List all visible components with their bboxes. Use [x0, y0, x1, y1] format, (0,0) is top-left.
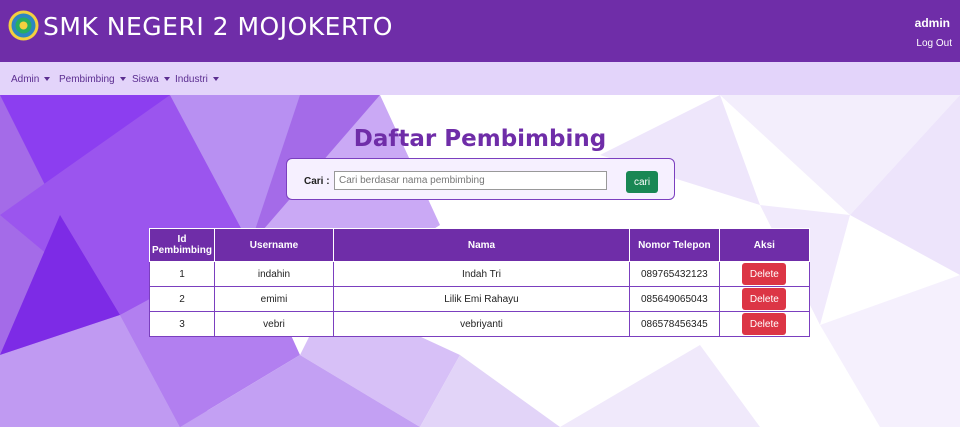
cell-username: vebri [214, 311, 334, 337]
logout-link[interactable]: Log Out [916, 38, 952, 49]
table-header-row: Id Pembimbing Username Nama Nomor Telepo… [149, 228, 811, 262]
nav-admin-dropdown[interactable]: Admin [11, 74, 51, 85]
school-logo-icon [8, 10, 39, 41]
cell-nama: Lilik Emi Rahayu [332, 286, 631, 312]
cell-aksi: Delete [718, 311, 811, 337]
delete-button[interactable]: Delete [742, 288, 787, 310]
cell-aksi: Delete [718, 261, 811, 287]
search-input[interactable] [334, 171, 607, 190]
nav-industri-label: Industri [175, 74, 208, 85]
column-header-aksi: Aksi [718, 228, 811, 262]
top-bar: SMK NEGERI 2 MOJOKERTO admin Log Out [0, 0, 960, 62]
cell-nama: Indah Tri [332, 261, 631, 287]
cell-nama: vebriyanti [332, 311, 631, 337]
cell-telepon: 085649065043 [629, 286, 720, 312]
delete-button[interactable]: Delete [742, 263, 787, 285]
cell-id: 1 [149, 261, 215, 287]
cell-username: emimi [214, 286, 334, 312]
search-form: Cari : cari [286, 158, 675, 200]
cell-aksi: Delete [718, 286, 811, 312]
table-row: 1 indahin Indah Tri 089765432123 Delete [149, 261, 811, 287]
column-header-telepon: Nomor Telepon [629, 228, 720, 262]
cell-id: 3 [149, 311, 215, 337]
table-row: 2 emimi Lilik Emi Rahayu 085649065043 De… [149, 286, 811, 312]
table-row: 3 vebri vebriyanti 086578456345 Delete [149, 311, 811, 337]
column-header-username: Username [214, 228, 334, 262]
page-title: Daftar Pembimbing [353, 126, 607, 152]
nav-siswa-label: Siswa [132, 74, 159, 85]
nav-siswa-dropdown[interactable]: Siswa [132, 74, 170, 85]
column-header-nama: Nama [332, 228, 631, 262]
cell-id: 2 [149, 286, 215, 312]
caret-down-icon [44, 77, 51, 82]
column-header-id: Id Pembimbing [149, 228, 215, 262]
caret-down-icon [212, 77, 219, 82]
delete-button[interactable]: Delete [742, 313, 787, 335]
cell-username: indahin [214, 261, 334, 287]
cell-telepon: 086578456345 [629, 311, 720, 337]
nav-admin-label: Admin [11, 74, 40, 85]
navbar: Admin Pembimbing Siswa Industri [0, 62, 960, 95]
nav-pembimbing-label: Pembimbing [59, 74, 115, 85]
user-name: admin [914, 16, 950, 30]
nav-industri-dropdown[interactable]: Industri [175, 74, 219, 85]
caret-down-icon [163, 77, 170, 82]
cell-telepon: 089765432123 [629, 261, 720, 287]
caret-down-icon [119, 77, 126, 82]
nav-pembimbing-dropdown[interactable]: Pembimbing [59, 74, 126, 85]
pembimbing-table: Id Pembimbing Username Nama Nomor Telepo… [149, 228, 811, 337]
search-button[interactable]: cari [626, 171, 658, 193]
search-label: Cari : [304, 176, 330, 187]
school-name: SMK NEGERI 2 MOJOKERTO [43, 12, 393, 41]
